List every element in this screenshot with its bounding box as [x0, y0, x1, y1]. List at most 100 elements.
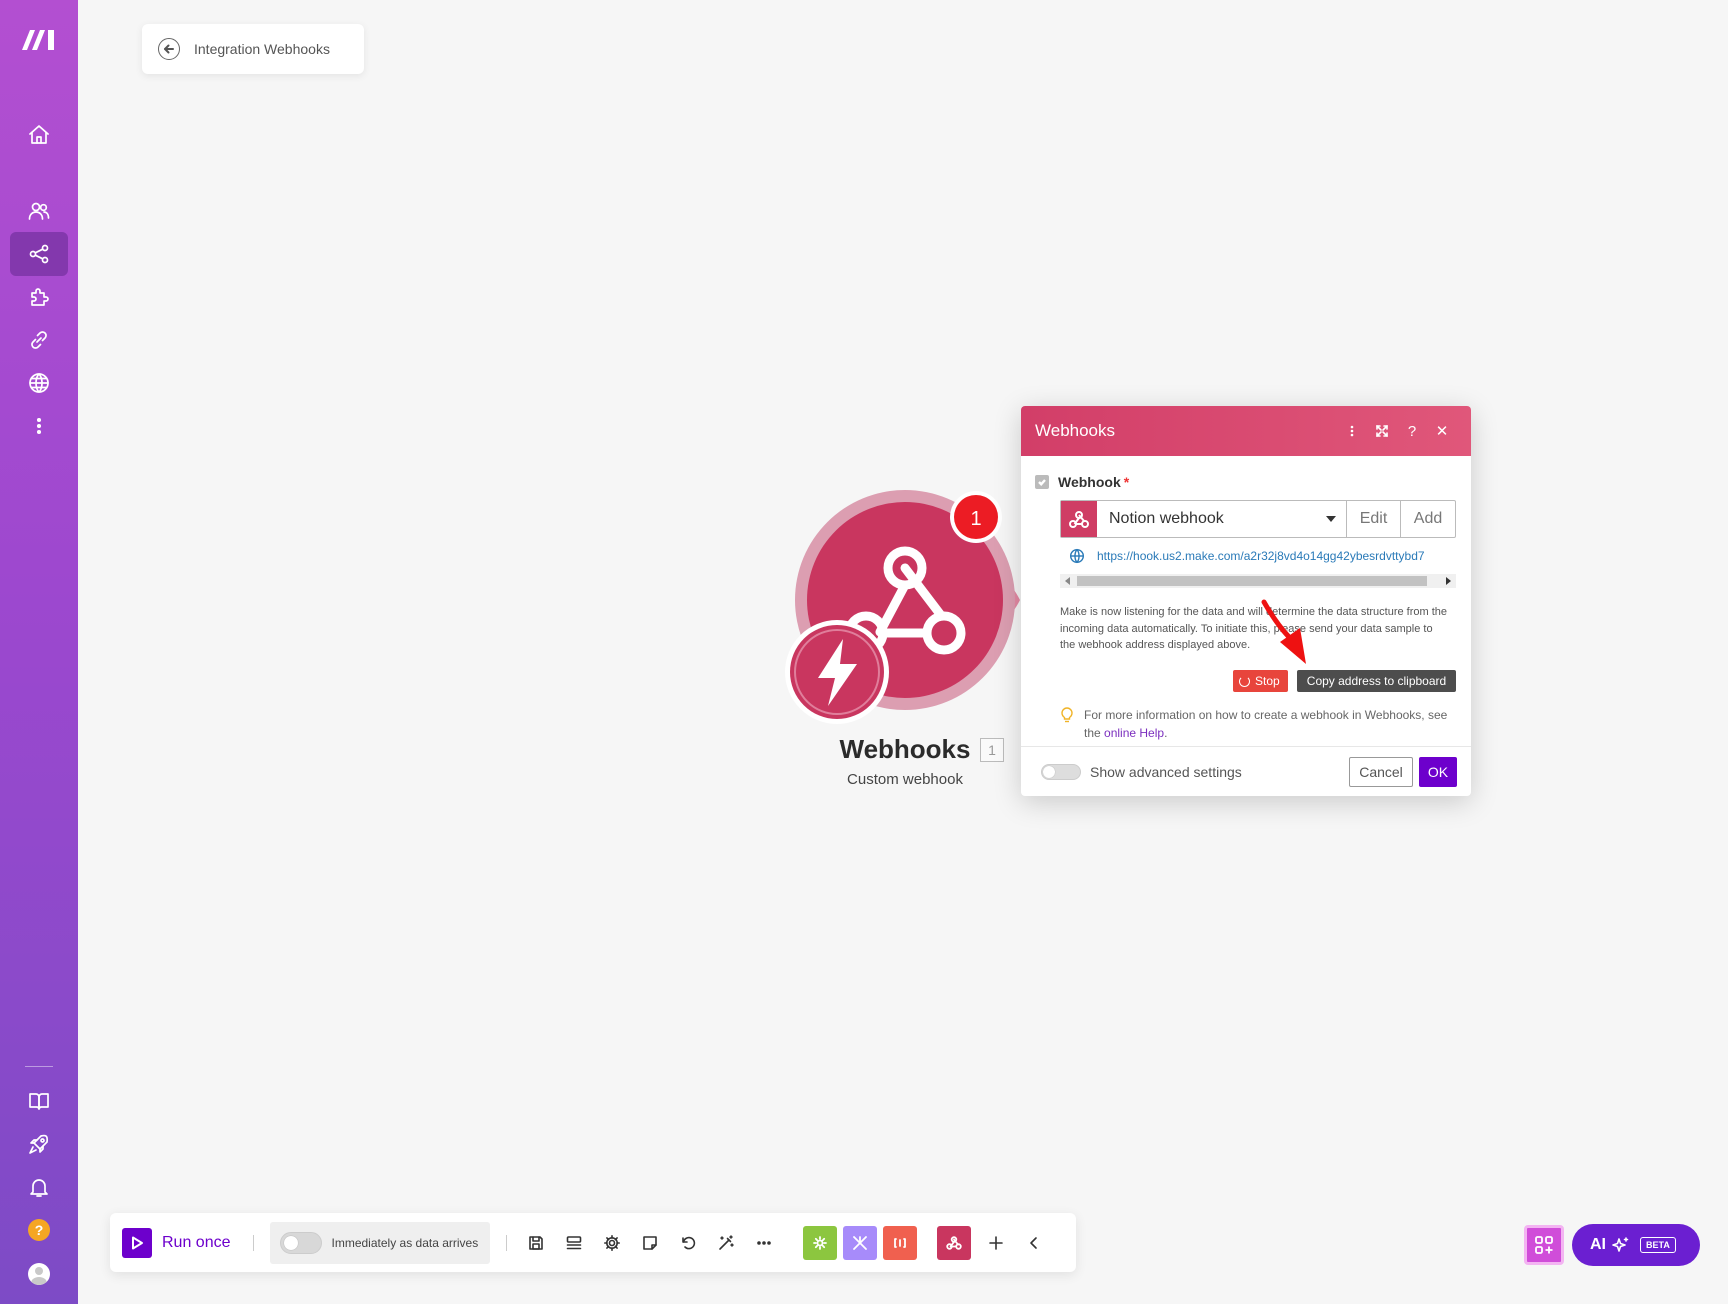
sidebar-item-notifications[interactable] — [10, 1165, 68, 1209]
webhook-dropdown-value: Notion webhook — [1109, 510, 1224, 527]
toolbar-divider — [252, 1234, 254, 1251]
play-icon — [122, 1227, 152, 1258]
stop-button-label: Stop — [1255, 674, 1280, 688]
ok-button[interactable]: OK — [1419, 756, 1457, 787]
magic-wand-icon[interactable] — [707, 1224, 745, 1262]
dialog-header: Webhooks ? ✕ — [1021, 406, 1471, 456]
required-mark: * — [1123, 474, 1130, 490]
tip-text: For more information on how to create a … — [1084, 706, 1456, 742]
schedule-setting[interactable]: Immediately as data arrives — [269, 1221, 491, 1264]
users-icon — [28, 202, 50, 220]
schedule-label: Immediately as data arrives — [331, 1235, 479, 1250]
lightbulb-icon — [1061, 707, 1073, 723]
sparkle-icon — [1612, 1237, 1629, 1252]
module-id-badge: 1 — [980, 738, 1004, 762]
run-once-label: Run once — [162, 1233, 231, 1251]
arrow-left-icon[interactable] — [158, 38, 180, 60]
sidebar-item-whats-new[interactable] — [10, 1122, 68, 1166]
schedule-toggle[interactable] — [279, 1231, 322, 1254]
webhook-select: Notion webhook Edit Add — [1060, 500, 1456, 538]
toolbar-divider — [506, 1234, 508, 1251]
webhook-module-icon[interactable]: 1 — [780, 484, 1030, 724]
module-subtitle: Custom webhook — [847, 771, 963, 788]
advanced-settings-toggle[interactable] — [1041, 763, 1081, 780]
text-parser-icon[interactable] — [883, 1225, 918, 1260]
expand-icon[interactable] — [1367, 416, 1397, 446]
field-checkbox[interactable] — [1035, 475, 1049, 489]
more-horizontal-icon[interactable] — [745, 1224, 783, 1262]
save-icon[interactable] — [517, 1224, 555, 1262]
make-logo-icon[interactable] — [20, 24, 58, 54]
globe-icon — [29, 373, 49, 393]
webhook-icon[interactable] — [937, 1225, 972, 1260]
scroll-right-icon[interactable] — [1446, 577, 1451, 585]
undo-icon[interactable] — [669, 1224, 707, 1262]
puzzle-icon — [31, 288, 49, 306]
scenario-toolbar: Run once Immediately as data arrives — [110, 1213, 1076, 1272]
tools-gear-icon[interactable] — [803, 1225, 838, 1260]
webhook-settings-dialog: Webhooks ? ✕ Webhook * Notion webhook Ed — [1021, 406, 1471, 796]
field-label-text: Webhook — [1058, 474, 1121, 490]
dialog-title: Webhooks — [1035, 421, 1116, 440]
sidebar-item-custom-apps[interactable] — [10, 275, 68, 319]
close-icon[interactable]: ✕ — [1427, 416, 1457, 446]
url-scrollbar[interactable] — [1060, 574, 1456, 588]
webhooks-module[interactable]: 1 Webhooks 1 Custom webhook — [780, 484, 1030, 804]
run-once-button[interactable]: Run once — [122, 1227, 231, 1258]
help-icon[interactable]: ? — [28, 1219, 50, 1241]
ai-label: AI — [1590, 1236, 1606, 1253]
dots-vertical-icon — [36, 417, 42, 435]
share-nodes-icon — [29, 244, 49, 264]
scroll-left-icon[interactable] — [1065, 577, 1070, 585]
apps-icon[interactable] — [1524, 1225, 1564, 1265]
tip-text-suffix: . — [1164, 726, 1168, 740]
rocket-icon — [29, 1134, 49, 1154]
scenario-title[interactable]: Integration Webhooks — [194, 41, 330, 57]
globe-icon — [1069, 548, 1085, 564]
link-icon — [31, 331, 47, 349]
gear-icon[interactable] — [593, 1224, 631, 1262]
layout-icon[interactable] — [555, 1224, 593, 1262]
sidebar-item-home[interactable] — [10, 113, 68, 157]
help-tip: For more information on how to create a … — [1060, 706, 1456, 742]
online-help-link[interactable]: online Help — [1104, 726, 1164, 740]
webhook-url[interactable]: https://hook.us2.make.com/a2r32j8vd4o14g… — [1097, 549, 1425, 563]
add-webhook-button[interactable]: Add — [1401, 501, 1455, 537]
bell-icon — [30, 1179, 48, 1197]
plus-icon[interactable] — [977, 1224, 1015, 1262]
dialog-footer: Show advanced settings Cancel OK — [1021, 746, 1471, 796]
scrollbar-thumb[interactable] — [1077, 576, 1427, 586]
advanced-settings-label: Show advanced settings — [1090, 763, 1242, 780]
more-vertical-icon[interactable] — [1337, 416, 1367, 446]
stop-button[interactable]: Stop — [1233, 670, 1288, 692]
sidebar-item-more[interactable] — [10, 404, 68, 448]
caret-down-icon — [1326, 516, 1336, 522]
dialog-body: Webhook * Notion webhook Edit Add https:… — [1021, 456, 1471, 746]
webhook-icon — [1061, 501, 1097, 537]
webhook-dropdown[interactable]: Notion webhook — [1097, 501, 1347, 537]
beta-badge: BETA — [1640, 1237, 1676, 1253]
breadcrumb: Integration Webhooks — [142, 24, 364, 74]
avatar[interactable] — [28, 1263, 50, 1285]
home-icon — [29, 125, 49, 144]
listening-info-text: Make is now listening for the data and w… — [1060, 606, 1448, 651]
book-icon — [29, 1093, 49, 1110]
flow-control-icon[interactable] — [843, 1225, 878, 1260]
sidebar-divider — [25, 1066, 53, 1067]
sidebar: ? — [0, 0, 78, 1304]
help-icon[interactable]: ? — [1397, 416, 1427, 446]
cancel-button[interactable]: Cancel — [1349, 756, 1413, 787]
webhook-url-row: https://hook.us2.make.com/a2r32j8vd4o14g… — [1069, 548, 1456, 564]
copy-address-button[interactable]: Copy address to clipboard — [1297, 670, 1456, 692]
edit-webhook-button[interactable]: Edit — [1347, 501, 1401, 537]
sidebar-item-connections[interactable] — [10, 318, 68, 362]
sidebar-item-docs[interactable] — [10, 1079, 68, 1123]
ai-assistant-button[interactable]: AI BETA — [1572, 1224, 1700, 1266]
chevron-left-icon[interactable] — [1015, 1224, 1053, 1262]
sidebar-item-webhooks[interactable] — [10, 361, 68, 405]
webhook-field-label: Webhook * — [1035, 474, 1457, 490]
note-icon[interactable] — [631, 1224, 669, 1262]
spinner-icon — [1239, 675, 1250, 687]
sidebar-item-scenarios[interactable] — [10, 232, 68, 276]
sidebar-item-team[interactable] — [10, 189, 68, 233]
